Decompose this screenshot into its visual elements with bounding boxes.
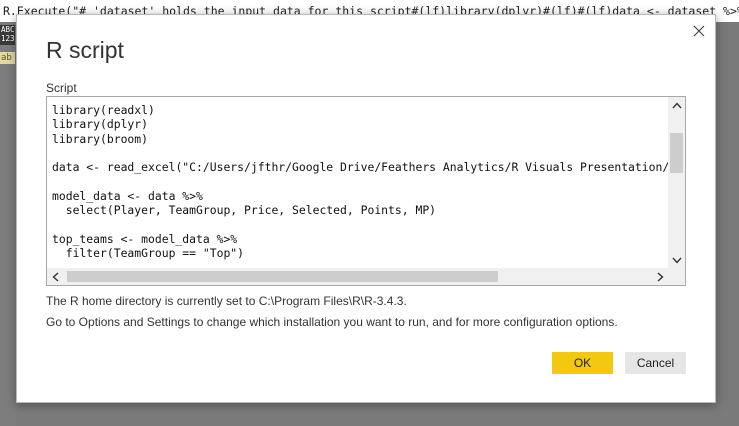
background-panel (0, 22, 16, 426)
scroll-up-button[interactable] (668, 97, 685, 114)
script-label: Script (46, 81, 77, 95)
scroll-right-button[interactable] (652, 268, 669, 285)
ok-button[interactable]: OK (552, 352, 613, 374)
chevron-right-icon (657, 271, 664, 282)
script-code[interactable]: library(readxl) library(dplyr) library(b… (52, 103, 669, 260)
column-header-chip: ab (0, 52, 15, 64)
scroll-corner (668, 268, 685, 285)
options-info-text: Go to Options and Settings to change whi… (46, 315, 618, 329)
chevron-up-icon (671, 102, 682, 109)
vertical-scrollbar[interactable] (668, 97, 685, 269)
code-area[interactable]: library(readxl) library(dplyr) library(b… (47, 97, 669, 269)
scroll-left-button[interactable] (47, 268, 64, 285)
cancel-button[interactable]: Cancel (625, 352, 686, 374)
horizontal-scroll-thumb[interactable] (67, 271, 498, 282)
r-home-directory-text: The R home directory is currently set to… (46, 294, 407, 308)
close-icon (693, 25, 705, 37)
chevron-down-icon (671, 257, 682, 264)
scroll-down-button[interactable] (668, 252, 685, 269)
chevron-left-icon (52, 271, 59, 282)
dialog-title: R script (46, 37, 124, 63)
column-type-text: ABC 123 (1, 25, 15, 43)
horizontal-scrollbar[interactable] (47, 268, 669, 285)
r-script-dialog: R script Script library(readxl) library(… (16, 14, 716, 403)
column-type-icon: ABC 123 (0, 25, 15, 45)
vertical-scroll-thumb[interactable] (670, 133, 683, 173)
script-editor[interactable]: library(readxl) library(dplyr) library(b… (46, 96, 686, 286)
close-button[interactable] (689, 21, 709, 41)
